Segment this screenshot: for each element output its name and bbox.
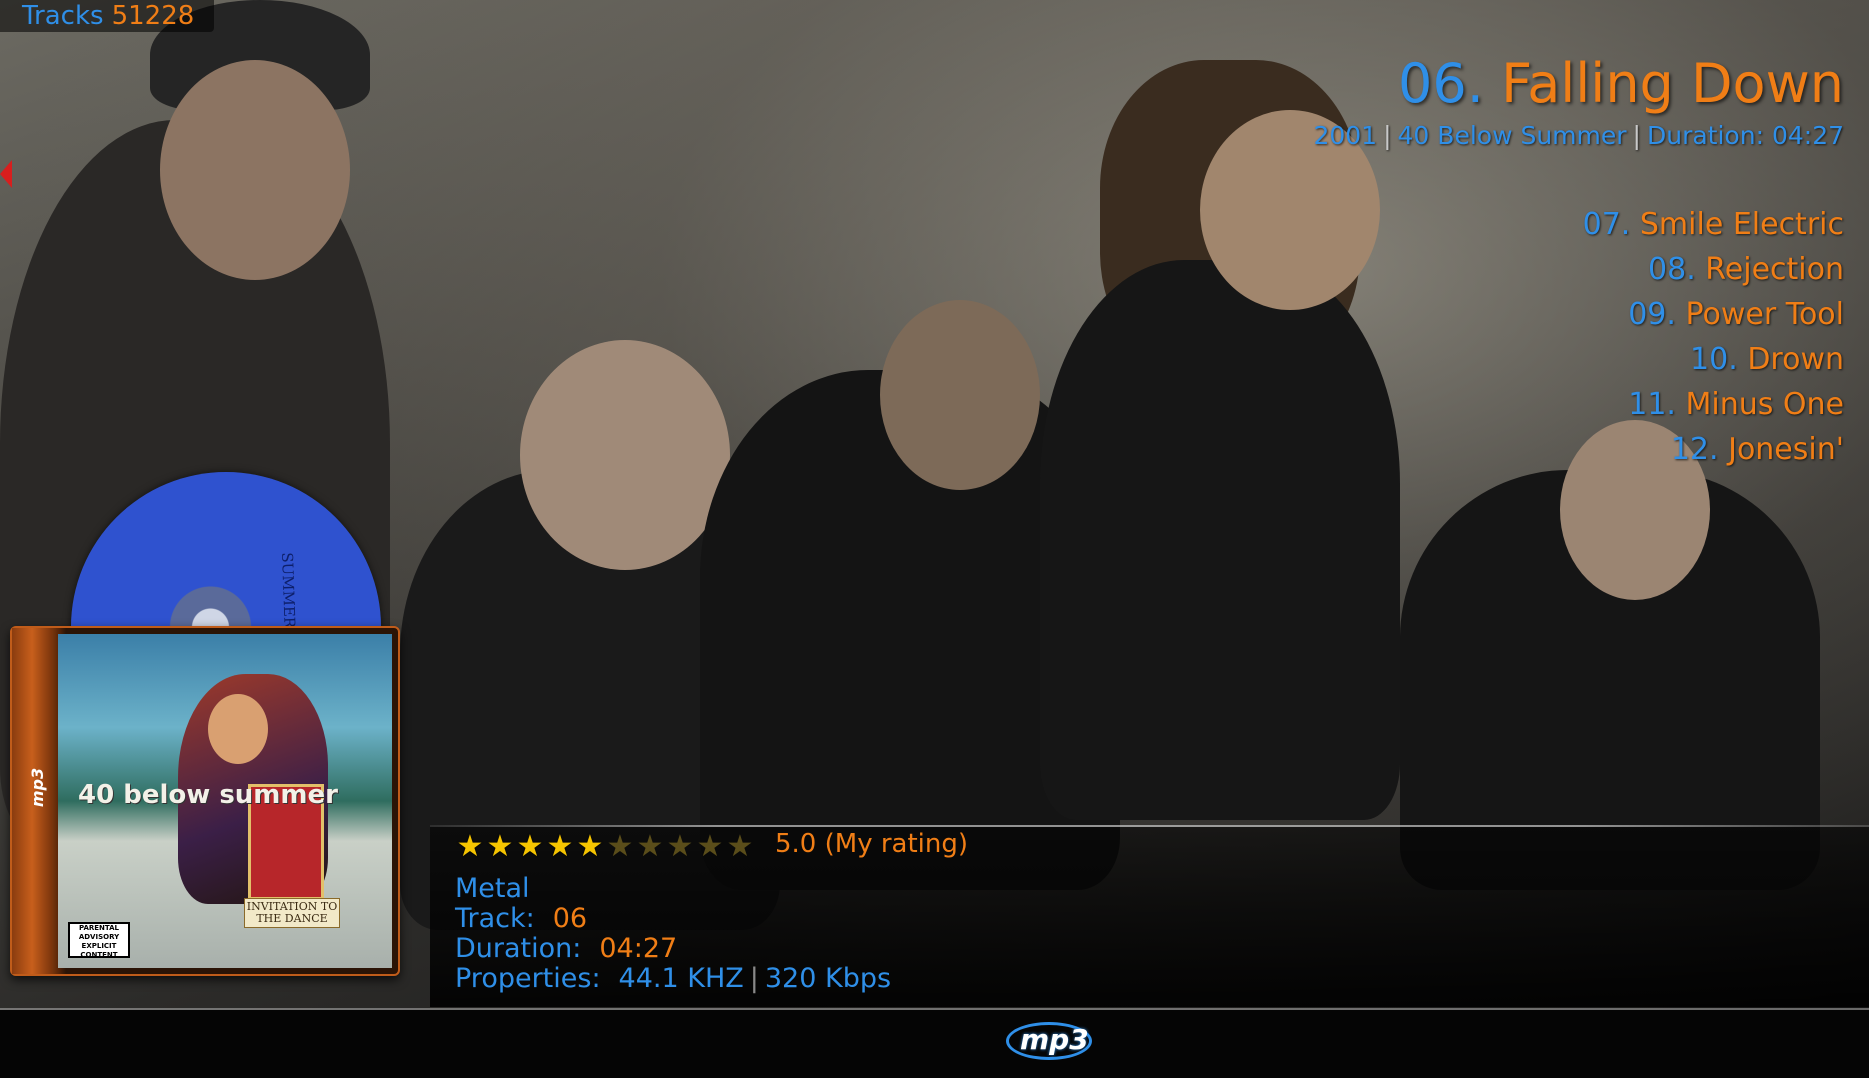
tracks-count: 51228 [111, 1, 195, 31]
up-next-title: Jonesin' [1728, 432, 1844, 467]
track-label: Track: [455, 903, 535, 934]
meta-separator: | [1383, 121, 1392, 150]
parental-advisory-label: PARENTAL ADVISORY EXPLICIT CONTENT [68, 922, 130, 959]
up-next-title: Drown [1747, 342, 1844, 377]
cover-album-title: INVITATION TO THE DANCE [244, 898, 340, 928]
list-item[interactable]: 11. Minus One [1583, 382, 1844, 427]
back-arrow-icon[interactable] [0, 160, 12, 188]
up-next-number: 09. [1628, 297, 1676, 332]
mp3-logo-text: mp3 [1020, 1023, 1089, 1056]
genre-line: Metal [455, 873, 530, 904]
star-icon[interactable]: ★ [455, 830, 485, 864]
list-item[interactable]: 07. Smile Electric [1583, 202, 1844, 247]
album-cd-case[interactable]: mp3 40 below summer INVITATION TO THE DA… [10, 626, 400, 976]
now-playing-artist: 40 Below Summer [1397, 121, 1627, 150]
up-next-number: 08. [1648, 252, 1696, 287]
genre-value: Metal [455, 873, 530, 904]
list-item[interactable]: 09. Power Tool [1583, 292, 1844, 337]
up-next-title: Rejection [1705, 252, 1844, 287]
now-playing-duration: 04:27 [1771, 121, 1844, 150]
footer-bar [0, 1010, 1869, 1078]
cd-case-spine: mp3 [12, 628, 52, 974]
star-icon[interactable]: ★ [515, 830, 545, 864]
now-playing-title: 06. Falling Down [1398, 52, 1844, 115]
list-item[interactable]: 08. Rejection [1583, 247, 1844, 292]
bitrate-value: 320 Kbps [764, 963, 892, 994]
album-cover: 40 below summer INVITATION TO THE DANCE … [58, 634, 392, 968]
now-playing-meta: 2001 | 40 Below Summer | Duration: 04:27 [1313, 121, 1844, 150]
duration-line: Duration: 04:27 [455, 933, 677, 964]
meta-separator: | [1632, 121, 1641, 150]
duration-label: Duration: [455, 933, 582, 964]
star-icon[interactable]: ★ [665, 830, 695, 864]
properties-line: Properties: 44.1 KHZ | 320 Kbps [455, 963, 891, 994]
tracks-label: Tracks [22, 1, 104, 31]
up-next-number: 10. [1690, 342, 1738, 377]
up-next-title: Smile Electric [1639, 207, 1844, 242]
cover-band-logo: 40 below summer [78, 780, 338, 810]
up-next-title: Power Tool [1685, 297, 1844, 332]
rating-stars[interactable]: ★ ★ ★ ★ ★ ★ ★ ★ ★ ★ [455, 830, 755, 864]
now-playing-track-number: 06. [1398, 52, 1484, 115]
list-item[interactable]: 12. Jonesin' [1583, 427, 1844, 472]
up-next-list: 07. Smile Electric 08. Rejection 09. Pow… [1583, 202, 1844, 472]
star-icon[interactable]: ★ [635, 830, 665, 864]
track-line: Track: 06 [455, 903, 587, 934]
mp3-logo-icon: mp3 [28, 767, 48, 808]
up-next-title: Minus One [1685, 387, 1845, 422]
now-playing-screen: Tracks 51228 06. Falling Down 2001 | 40 Bel… [0, 0, 1869, 1078]
star-icon[interactable]: ★ [605, 830, 635, 864]
now-playing-duration-label: Duration: [1646, 121, 1764, 150]
rating-text: 5.0 (My rating) [775, 829, 969, 859]
star-icon[interactable]: ★ [575, 830, 605, 864]
now-playing-track-title: Falling Down [1501, 52, 1844, 115]
up-next-number: 12. [1670, 432, 1719, 467]
star-icon[interactable]: ★ [695, 830, 725, 864]
library-track-count: Tracks 51228 [0, 0, 215, 32]
properties-separator: | [749, 963, 759, 994]
cover-face [208, 694, 268, 764]
track-value: 06 [552, 903, 588, 934]
up-next-number: 11. [1628, 387, 1676, 422]
star-icon[interactable]: ★ [485, 830, 515, 864]
list-item[interactable]: 10. Drown [1583, 337, 1844, 382]
star-icon[interactable]: ★ [725, 830, 755, 864]
duration-value: 04:27 [599, 933, 678, 964]
properties-label: Properties: [455, 963, 601, 994]
sample-rate-value: 44.1 KHZ [618, 963, 744, 994]
now-playing-year: 2001 [1313, 121, 1378, 150]
up-next-number: 07. [1582, 207, 1631, 242]
star-icon[interactable]: ★ [545, 830, 575, 864]
